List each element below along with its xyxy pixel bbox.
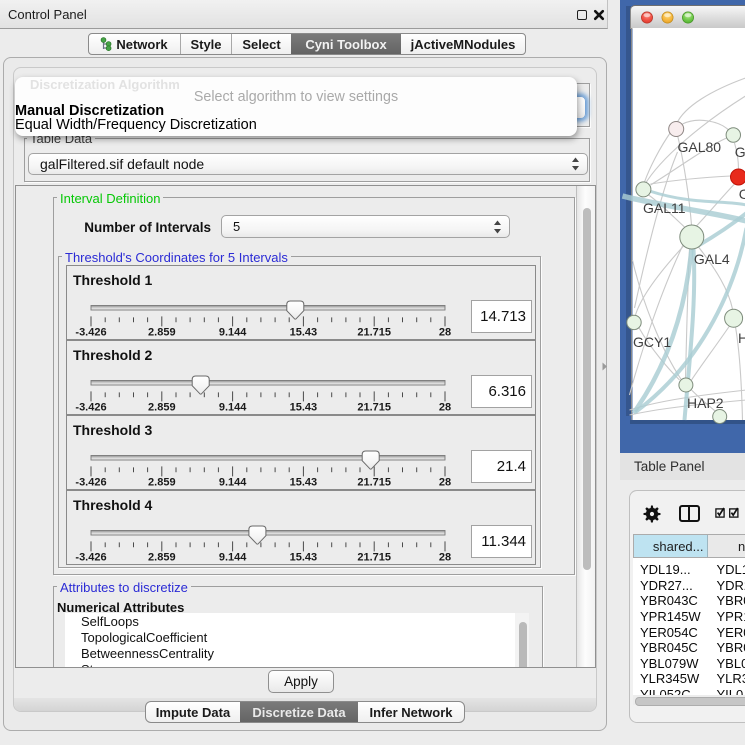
svg-text:-3.426: -3.426 — [75, 477, 106, 489]
svg-text:15.43: 15.43 — [290, 402, 318, 414]
svg-text:9.144: 9.144 — [219, 551, 247, 563]
svg-text:28: 28 — [439, 477, 451, 489]
svg-text:GAL4: GAL4 — [694, 251, 730, 267]
svg-text:GCY1: GCY1 — [633, 334, 671, 350]
svg-text:GAL11: GAL11 — [643, 200, 686, 216]
svg-text:21.715: 21.715 — [357, 551, 391, 563]
svg-text:2.859: 2.859 — [148, 477, 176, 489]
svg-text:-3.426: -3.426 — [75, 551, 106, 563]
svg-text:H: H — [738, 330, 745, 346]
svg-text:28: 28 — [439, 402, 451, 414]
svg-text:21.715: 21.715 — [357, 477, 391, 489]
svg-text:GA: GA — [735, 144, 745, 160]
svg-text:15.43: 15.43 — [290, 327, 318, 339]
svg-text:9.144: 9.144 — [219, 477, 247, 489]
svg-text:28: 28 — [439, 327, 451, 339]
svg-text:2.859: 2.859 — [148, 551, 176, 563]
svg-text:GAL80: GAL80 — [678, 139, 722, 155]
svg-text:28: 28 — [439, 551, 451, 563]
svg-text:21.715: 21.715 — [357, 327, 391, 339]
svg-text:9.144: 9.144 — [219, 327, 247, 339]
svg-text:2.859: 2.859 — [148, 327, 176, 339]
svg-text:C: C — [739, 186, 745, 202]
svg-text:-3.426: -3.426 — [75, 402, 106, 414]
svg-text:15.43: 15.43 — [290, 551, 318, 563]
svg-text:15.43: 15.43 — [290, 477, 318, 489]
svg-text:-3.426: -3.426 — [75, 327, 106, 339]
svg-text:21.715: 21.715 — [357, 402, 391, 414]
svg-text:HAP2: HAP2 — [687, 395, 724, 411]
svg-text:9.144: 9.144 — [219, 402, 247, 414]
svg-text:2.859: 2.859 — [148, 402, 176, 414]
